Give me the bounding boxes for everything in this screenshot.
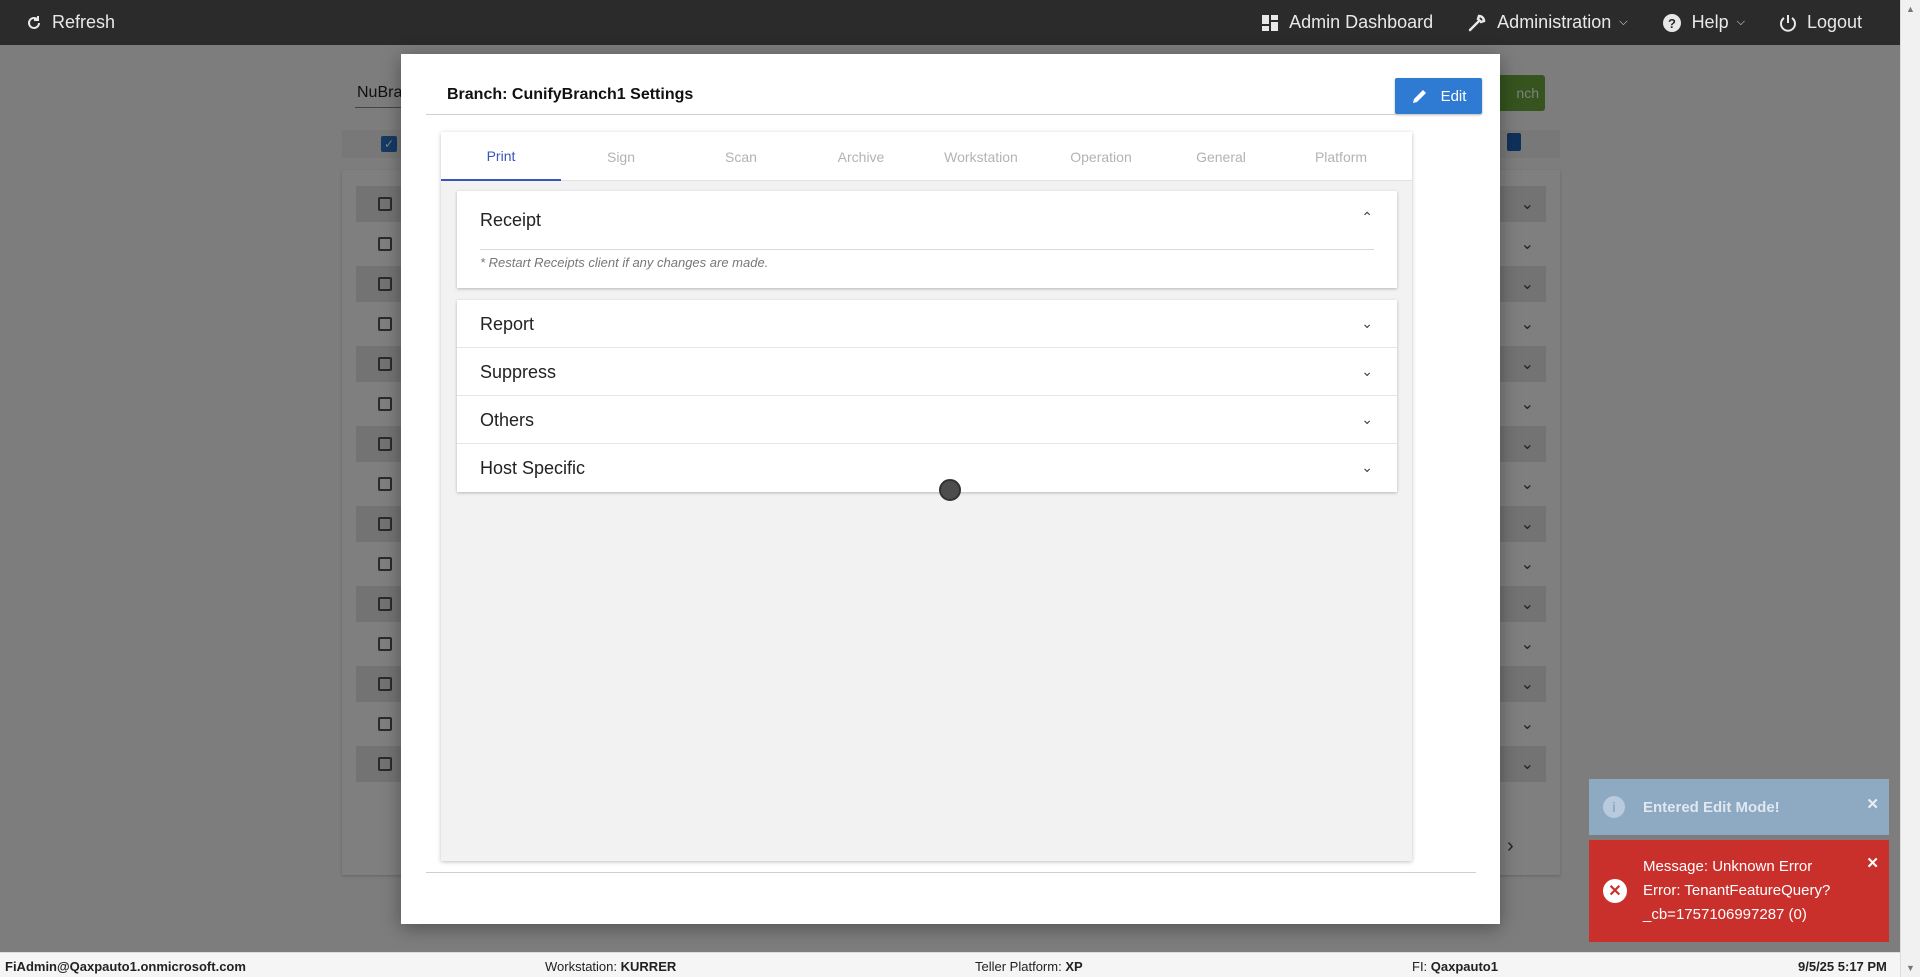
help-menu[interactable]: ? Help ⌵ xyxy=(1662,12,1745,33)
top-nav: Admin Dashboard Administration ⌵ ? Help … xyxy=(1227,0,1862,45)
fi-label: FI: xyxy=(1412,959,1428,974)
refresh-icon xyxy=(28,15,40,29)
fi-value: Qaxpauto1 xyxy=(1430,959,1498,974)
tab-archive[interactable]: Archive xyxy=(801,132,921,181)
chevron-down-icon: ⌄ xyxy=(1361,315,1373,331)
user-value: FiAdmin@Qaxpauto1.onmicrosoft.com xyxy=(5,959,246,974)
chevron-down-icon: ⌵ xyxy=(1619,16,1628,28)
chevron-up-icon[interactable]: ⌃ xyxy=(1361,209,1373,226)
help-icon: ? xyxy=(1662,13,1681,32)
chevron-down-icon: ⌄ xyxy=(1361,363,1373,379)
refresh-label: Refresh xyxy=(52,12,116,32)
logout-button[interactable]: Logout xyxy=(1779,12,1862,33)
help-label: Help xyxy=(1691,12,1729,32)
section-title: Suppress xyxy=(480,362,557,382)
administration-label: Administration xyxy=(1497,12,1612,32)
section-title: Report xyxy=(480,314,535,334)
modal-title: Branch: CunifyBranch1 Settings xyxy=(447,86,694,103)
settings-accordion: Report ⌄ Suppress ⌄ Others ⌄ Host Specif… xyxy=(457,300,1397,492)
toast-line: Message: Unknown Error xyxy=(1643,858,1813,875)
refresh-button[interactable]: Refresh xyxy=(26,0,115,45)
administration-menu[interactable]: Administration ⌵ xyxy=(1467,12,1628,33)
admin-dashboard-label: Admin Dashboard xyxy=(1289,12,1434,32)
tab-scan[interactable]: Scan xyxy=(681,132,801,181)
tab-print[interactable]: Print xyxy=(441,132,561,181)
edit-label: Edit xyxy=(1440,87,1467,105)
divider xyxy=(480,249,1374,250)
receipt-section: Receipt ⌃ * Restart Receipts client if a… xyxy=(457,191,1397,288)
section-others[interactable]: Others ⌄ xyxy=(457,396,1397,444)
receipt-note: * Restart Receipts client if any changes… xyxy=(480,255,769,270)
platform-label: Teller Platform: xyxy=(975,959,1062,974)
status-user: FiAdmin@Qaxpauto1.onmicrosoft.com xyxy=(5,959,246,974)
settings-panel: Print Sign Scan Archive Workstation Oper… xyxy=(441,132,1412,861)
toast-message: Entered Edit Mode! xyxy=(1643,798,1780,816)
toast-line: _cb=1757106997287 (0) xyxy=(1643,906,1807,923)
section-title: Others xyxy=(480,410,535,430)
divider xyxy=(426,114,1476,115)
scroll-down-icon[interactable]: ▼ xyxy=(1906,963,1915,973)
error-icon: ✕ xyxy=(1603,879,1627,903)
tab-general[interactable]: General xyxy=(1161,132,1281,181)
edit-button[interactable]: Edit xyxy=(1395,78,1482,114)
scroll-up-icon[interactable]: ▲ xyxy=(1906,4,1915,14)
divider xyxy=(426,872,1476,873)
top-bar: Refresh Admin Dashboard Administration ⌵… xyxy=(0,0,1920,45)
info-toast[interactable]: i Entered Edit Mode! ✕ xyxy=(1589,779,1889,835)
platform-value: XP xyxy=(1065,959,1083,974)
workstation-value: KURRER xyxy=(620,959,677,974)
svg-text:?: ? xyxy=(1668,16,1676,31)
chevron-down-icon: ⌄ xyxy=(1361,459,1373,475)
admin-dashboard-link[interactable]: Admin Dashboard xyxy=(1261,12,1433,33)
info-icon: i xyxy=(1603,796,1625,818)
toast-message: Message: Unknown Error Error: TenantFeat… xyxy=(1643,855,1863,927)
section-host-specific[interactable]: Host Specific ⌄ xyxy=(457,444,1397,492)
section-report[interactable]: Report ⌄ xyxy=(457,300,1397,348)
logout-label: Logout xyxy=(1806,12,1862,32)
status-workstation: Workstation: KURRER xyxy=(545,959,676,974)
toast-line: Error: TenantFeatureQuery? xyxy=(1643,882,1831,899)
section-suppress[interactable]: Suppress ⌄ xyxy=(457,348,1397,396)
wrench-icon xyxy=(1468,14,1486,31)
error-toast[interactable]: ✕ Message: Unknown Error Error: TenantFe… xyxy=(1589,840,1889,942)
tab-operation[interactable]: Operation xyxy=(1041,132,1161,181)
chevron-down-icon: ⌵ xyxy=(1736,16,1745,28)
tab-workstation[interactable]: Workstation xyxy=(921,132,1041,181)
power-icon xyxy=(1779,14,1796,32)
close-icon[interactable]: ✕ xyxy=(1866,854,1879,872)
mouse-cursor xyxy=(939,479,961,501)
status-platform: Teller Platform: XP xyxy=(975,959,1083,974)
dashboard-icon xyxy=(1262,14,1279,31)
status-fi: FI: Qaxpauto1 xyxy=(1412,959,1498,974)
page-scrollbar[interactable]: ▲ ▼ xyxy=(1900,0,1920,977)
status-bar: FiAdmin@Qaxpauto1.onmicrosoft.com Workst… xyxy=(0,952,1900,977)
status-datetime: 9/5/25 5:17 PM xyxy=(1798,959,1887,974)
datetime-value: 9/5/25 5:17 PM xyxy=(1798,959,1887,974)
section-title: Host Specific xyxy=(480,458,586,478)
chevron-down-icon: ⌄ xyxy=(1361,411,1373,427)
tab-platform[interactable]: Platform xyxy=(1281,132,1401,181)
receipt-header[interactable]: Receipt xyxy=(480,210,541,231)
pencil-icon xyxy=(1412,90,1426,103)
settings-tabs: Print Sign Scan Archive Workstation Oper… xyxy=(441,132,1412,181)
workstation-label: Workstation: xyxy=(545,959,618,974)
tab-sign[interactable]: Sign xyxy=(561,132,681,181)
close-icon[interactable]: ✕ xyxy=(1866,795,1879,813)
